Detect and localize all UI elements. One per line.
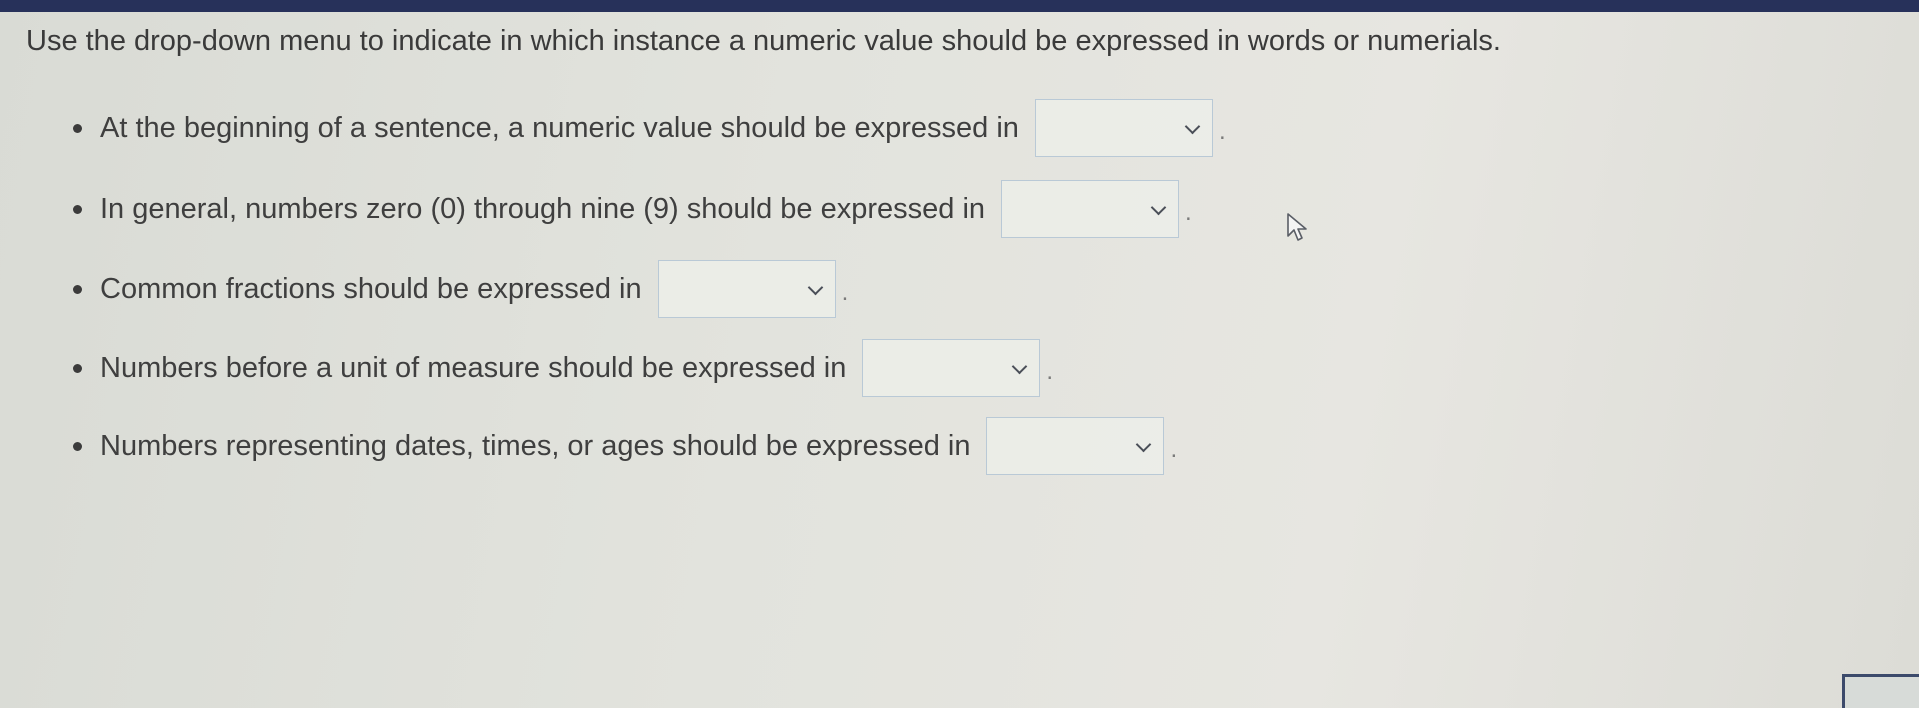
question-text: In general, numbers zero (0) through nin… xyxy=(100,192,986,225)
question-text: At the beginning of a sentence, a numeri… xyxy=(100,111,1019,144)
chevron-down-icon xyxy=(1012,358,1028,375)
corner-panel-edge xyxy=(1842,674,1919,708)
question-text: Common fractions should be expressed in xyxy=(100,272,642,305)
mouse-pointer-icon xyxy=(1287,213,1307,241)
answer-dropdown-4[interactable] xyxy=(862,339,1041,397)
chevron-down-icon xyxy=(1150,199,1167,216)
question-item: Numbers representing dates, times, or ag… xyxy=(72,415,1178,477)
question-text: Numbers before a unit of measure should … xyxy=(100,351,847,384)
question-item: Numbers before a unit of measure should … xyxy=(72,337,1054,399)
chevron-down-icon xyxy=(1136,436,1152,453)
answer-dropdown-1[interactable] xyxy=(1034,99,1213,157)
question-instructions: Use the drop-down menu to indicate in wh… xyxy=(26,25,1501,57)
chevron-down-icon xyxy=(807,279,823,296)
sentence-period: . xyxy=(841,279,849,306)
sentence-period: . xyxy=(1170,436,1178,463)
question-item: Common fractions should be expressed in … xyxy=(72,258,849,320)
question-item: In general, numbers zero (0) through nin… xyxy=(73,178,1192,240)
chevron-down-icon xyxy=(1184,118,1201,135)
sentence-period: . xyxy=(1046,358,1054,385)
sentence-period: . xyxy=(1185,199,1192,226)
question-text: Numbers representing dates, times, or ag… xyxy=(100,429,971,462)
answer-dropdown-2[interactable] xyxy=(1001,180,1180,238)
sentence-period: . xyxy=(1218,118,1226,145)
answer-dropdown-3[interactable] xyxy=(657,260,836,318)
question-item: At the beginning of a sentence, a numeri… xyxy=(73,97,1226,159)
top-bar xyxy=(0,0,1919,12)
answer-dropdown-5[interactable] xyxy=(986,417,1165,475)
